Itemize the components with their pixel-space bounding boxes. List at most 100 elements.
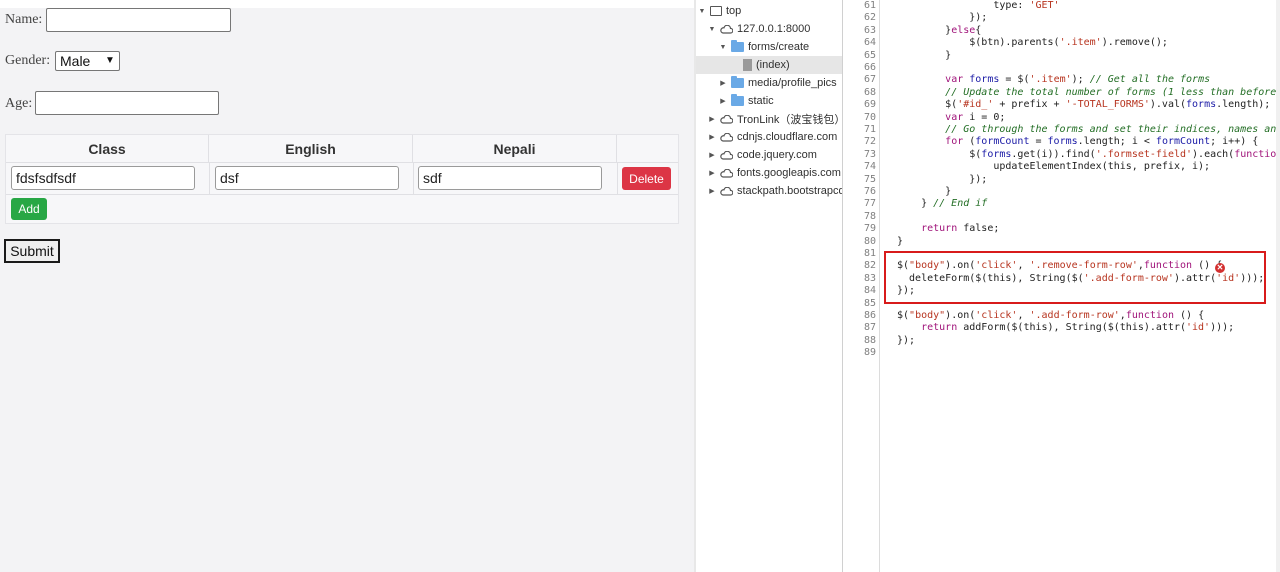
code-line: $("body").on('click', '.add-form-row',fu…	[897, 310, 1205, 321]
line-number[interactable]: 68	[843, 87, 876, 99]
line-number[interactable]: 69	[843, 99, 876, 111]
line-number[interactable]: 76	[843, 186, 876, 198]
collapse-triangle-icon: ▶	[709, 116, 715, 123]
expand-triangle-icon: ▼	[719, 43, 727, 51]
cell-divider	[209, 162, 210, 194]
row-divider	[6, 194, 678, 195]
tree-item-tronlink[interactable]: ▶ TronLink（波宝钱包）	[708, 110, 842, 128]
cell-divider	[617, 162, 618, 194]
tree-item-label: (index)	[756, 59, 790, 71]
code-line: updateElementIndex(this, prefix, i);	[897, 161, 1211, 173]
collapse-triangle-icon: ▶	[709, 170, 715, 177]
code-line: for (formCount = forms.length; i < formC…	[945, 136, 1259, 148]
code-line: // Go through the forms and set their in…	[945, 124, 1280, 135]
line-number[interactable]: 74	[843, 161, 876, 173]
tree-item-label: stackpath.bootstrapcdn.com	[737, 185, 842, 197]
tree-item-media-profile-pics[interactable]: ▶ media/profile_pics	[719, 74, 837, 92]
tree-item-label: TronLink（波宝钱包）	[737, 114, 842, 126]
tree-item-localhost[interactable]: ▼ 127.0.0.1:8000	[708, 20, 811, 38]
line-number[interactable]: 62	[843, 12, 876, 24]
line-number[interactable]: 73	[843, 149, 876, 161]
line-number[interactable]: 66	[843, 62, 876, 74]
collapse-triangle-icon: ▶	[720, 98, 726, 105]
line-number[interactable]: 82	[843, 260, 876, 272]
line-number[interactable]: 87	[843, 322, 876, 334]
line-number[interactable]: 78	[843, 211, 876, 223]
page-top-strip	[0, 0, 694, 8]
tree-item-label: top	[726, 5, 742, 17]
cloud-icon	[720, 114, 734, 124]
delete-row-button[interactable]: Delete	[622, 167, 671, 190]
line-number[interactable]: 70	[843, 112, 876, 124]
code-line: });	[897, 173, 988, 185]
tree-item-index[interactable]: (index)	[696, 56, 842, 74]
line-number[interactable]: 84	[843, 285, 876, 297]
name-input[interactable]	[46, 8, 231, 32]
sources-file-tree: ▼ top ▼ 127.0.0.1:8000 ▼ forms/create (i…	[694, 0, 842, 572]
tree-item-googleapis[interactable]: ▶ fonts.googleapis.com	[708, 164, 841, 182]
line-number[interactable]: 63	[843, 25, 876, 37]
line-number[interactable]: 86	[843, 310, 876, 322]
line-number[interactable]: 83	[843, 273, 876, 285]
editor-scrollbar[interactable]	[1276, 0, 1280, 572]
code-line: type: 'GET'	[897, 0, 1060, 11]
tree-item-jquery[interactable]: ▶ code.jquery.com	[708, 146, 817, 164]
line-number[interactable]: 75	[843, 174, 876, 186]
tree-item-label: code.jquery.com	[737, 149, 817, 161]
add-row-button[interactable]: Add	[11, 198, 47, 220]
error-icon[interactable]: ✕	[1215, 263, 1225, 273]
expand-triangle-icon: ▼	[698, 7, 706, 15]
age-label: Age:	[5, 96, 33, 111]
class-input[interactable]	[11, 166, 195, 190]
code-line: });	[897, 12, 988, 24]
tree-item-bootstrapcdn[interactable]: ▶ stackpath.bootstrapcdn.com	[708, 182, 842, 200]
gender-label: Gender:	[5, 53, 51, 68]
tree-item-label: 127.0.0.1:8000	[737, 23, 811, 35]
code-line: }	[897, 49, 952, 61]
submit-button[interactable]: Submit	[4, 239, 60, 263]
tree-item-forms-create[interactable]: ▼ forms/create	[719, 38, 809, 56]
line-number[interactable]: 64	[843, 37, 876, 49]
line-number[interactable]: 71	[843, 124, 876, 136]
code-line: }	[897, 186, 952, 197]
highlight-box	[884, 251, 1266, 304]
collapse-triangle-icon: ▶	[720, 80, 726, 87]
english-input[interactable]	[215, 166, 399, 190]
line-number[interactable]: 67	[843, 74, 876, 86]
line-number[interactable]: 79	[843, 223, 876, 235]
line-number[interactable]: 81	[843, 248, 876, 260]
line-number[interactable]: 77	[843, 198, 876, 210]
gender-select[interactable]: Male ▼	[55, 51, 120, 71]
folder-icon	[731, 76, 744, 88]
age-input[interactable]	[35, 91, 219, 115]
code-line: }else{	[897, 24, 982, 36]
code-line: });	[897, 334, 916, 346]
line-number[interactable]: 65	[843, 50, 876, 62]
browser-page: Name: Gender: Male ▼ Age: Class English …	[0, 0, 694, 572]
folder-icon	[731, 40, 744, 52]
column-header-class: Class	[6, 135, 209, 162]
cloud-icon	[720, 186, 734, 196]
tree-item-cdnjs[interactable]: ▶ cdnjs.cloudflare.com	[708, 128, 837, 146]
code-line: // Update the total number of forms (1 l…	[945, 86, 1280, 98]
header-divider	[6, 162, 678, 163]
tree-gutter	[694, 0, 696, 572]
chevron-down-icon: ▼	[105, 55, 115, 66]
collapse-triangle-icon: ▶	[709, 134, 715, 141]
line-number[interactable]: 61	[843, 0, 876, 12]
name-label: Name:	[5, 12, 43, 27]
tree-item-top[interactable]: ▼ top	[698, 2, 742, 20]
line-number[interactable]: 85	[843, 298, 876, 310]
tree-item-static[interactable]: ▶ static	[719, 92, 774, 110]
nepali-input[interactable]	[418, 166, 602, 190]
line-number[interactable]: 89	[843, 347, 876, 359]
line-number[interactable]: 80	[843, 236, 876, 248]
cloud-icon	[720, 24, 734, 34]
tree-item-label: fonts.googleapis.com	[737, 167, 841, 179]
collapse-triangle-icon: ▶	[709, 152, 715, 159]
line-number[interactable]: 72	[843, 136, 876, 148]
code-line: $(btn).parents('.item').remove();	[897, 37, 1168, 49]
cloud-icon	[720, 168, 734, 178]
line-number[interactable]: 88	[843, 335, 876, 347]
code-line: }	[897, 235, 904, 247]
